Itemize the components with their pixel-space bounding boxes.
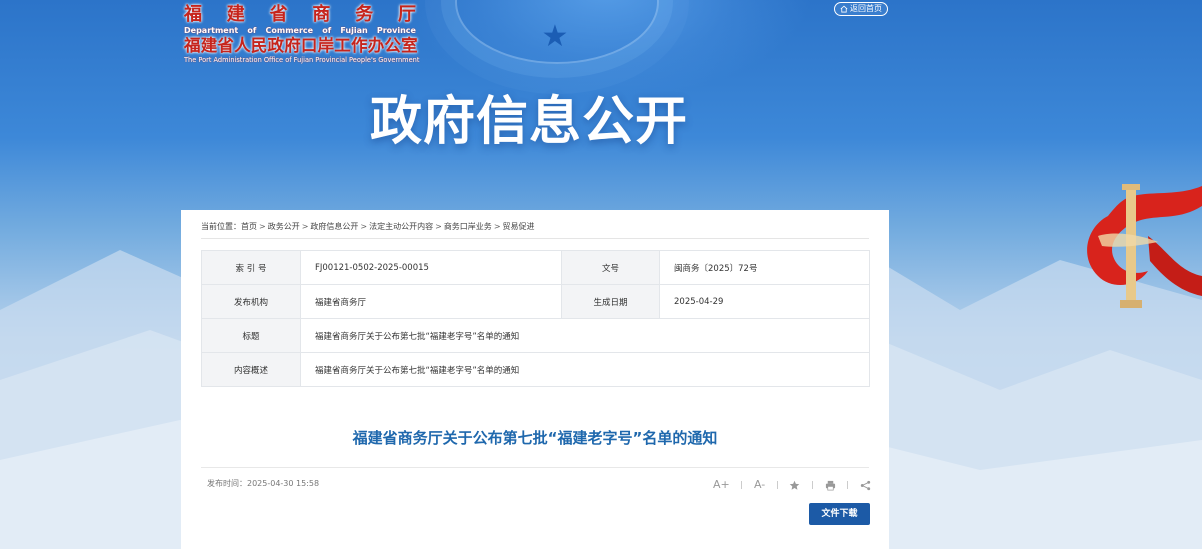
generated-date-label: 生成日期 (561, 284, 660, 319)
table-row: 索 引 号 FJ00121-0502-2025-00015 文号 闽商务〔202… (201, 250, 870, 285)
index-number-value: FJ00121-0502-2025-00015 (300, 250, 562, 285)
font-larger-button[interactable]: A+ (713, 478, 730, 492)
document-number-value: 闽商务〔2025〕72号 (659, 250, 870, 285)
breadcrumb-separator: > (360, 222, 368, 231)
share-icon (860, 480, 871, 490)
print-button[interactable] (825, 480, 836, 491)
summary-value: 福建省商务厅关于公布第七批“福建老字号”名单的通知 (300, 352, 870, 387)
home-icon (840, 5, 848, 13)
logo-en-line1: Department of Commerce of Fujian Provinc… (184, 26, 416, 35)
breadcrumb-home[interactable]: 首页 (241, 222, 257, 231)
breadcrumb-prefix: 当前位置： (201, 222, 241, 231)
title-divider (201, 467, 869, 468)
table-row: 发布机构 福建省商务厅 生成日期 2025-04-29 (201, 284, 870, 319)
article-toolbar: A+ A- (713, 478, 871, 492)
breadcrumb-gov-affairs[interactable]: 政务公开 (268, 222, 300, 231)
logo-cn-line2: 福建省人民政府口岸工作办公室 (184, 36, 418, 55)
content-panel: 当前位置：首页 > 政务公开 > 政府信息公开 > 法定主动公开内容 > 商务口岸业务 > 贸易促进… (181, 210, 889, 549)
issuer-value: 福建省商务厅 (300, 284, 562, 319)
index-number-label: 索 引 号 (201, 250, 301, 285)
ribbon-pillar-decoration (1087, 184, 1202, 308)
toolbar-divider (741, 481, 743, 489)
banner-title: 政府信息公开 (370, 92, 689, 152)
favorite-button[interactable] (789, 480, 800, 491)
publish-time: 发布时间：2025-04-30 15:58 (207, 479, 320, 488)
article-title: 福建省商务厅关于公布第七批“福建老字号”名单的通知 (352, 429, 718, 447)
breadcrumb-separator: > (259, 222, 266, 231)
breadcrumb-port-business[interactable]: 商务口岸业务 (444, 222, 492, 231)
summary-label: 内容概述 (201, 352, 301, 387)
emblem-star-icon: ★ (541, 19, 569, 54)
breadcrumb-trade-promotion[interactable]: 贸易促进 (503, 222, 535, 231)
breadcrumb-separator: > (435, 222, 442, 231)
title-value: 福建省商务厅关于公布第七批“福建老字号”名单的通知 (300, 318, 870, 353)
document-number-label: 文号 (561, 250, 660, 285)
font-smaller-button[interactable]: A- (754, 478, 765, 492)
return-home-button[interactable]: 返回首页 (834, 2, 888, 16)
breadcrumb-info-disclosure[interactable]: 政府信息公开 (310, 222, 358, 231)
logo-en-line2: The Port Administration Office of Fujian… (184, 56, 420, 64)
print-icon (825, 480, 835, 490)
issuer-label: 发布机构 (201, 284, 301, 319)
breadcrumb-divider (201, 238, 869, 239)
title-label: 标题 (201, 318, 301, 353)
return-home-label: 返回首页 (850, 4, 882, 13)
file-download-button[interactable]: 文件下载 (809, 503, 870, 525)
breadcrumb-separator: > (493, 222, 501, 231)
breadcrumb: 当前位置：首页 > 政务公开 > 政府信息公开 > 法定主动公开内容 > 商务口岸业务 > 贸易促进 (201, 220, 869, 234)
toolbar-divider (847, 481, 849, 489)
breadcrumb-separator: > (301, 222, 309, 231)
breadcrumb-statutory-content[interactable]: 法定主动公开内容 (369, 222, 433, 231)
info-meta-table: 索 引 号 FJ00121-0502-2025-00015 文号 闽商务〔202… (201, 250, 870, 387)
table-row: 标题 福建省商务厅关于公布第七批“福建老字号”名单的通知 (201, 318, 870, 353)
site-logo[interactable]: 福 建 省 商 务 厅 Department of Commerce of Fu… (184, 4, 420, 65)
logo-cn-line1: 福 建 省 商 务 厅 (184, 4, 416, 25)
toolbar-divider (776, 481, 778, 489)
toolbar-divider (812, 481, 814, 489)
star-icon (790, 480, 800, 490)
table-row: 内容概述 福建省商务厅关于公布第七批“福建老字号”名单的通知 (201, 352, 870, 387)
share-button[interactable] (860, 480, 871, 491)
generated-date-value: 2025-04-29 (659, 284, 870, 319)
